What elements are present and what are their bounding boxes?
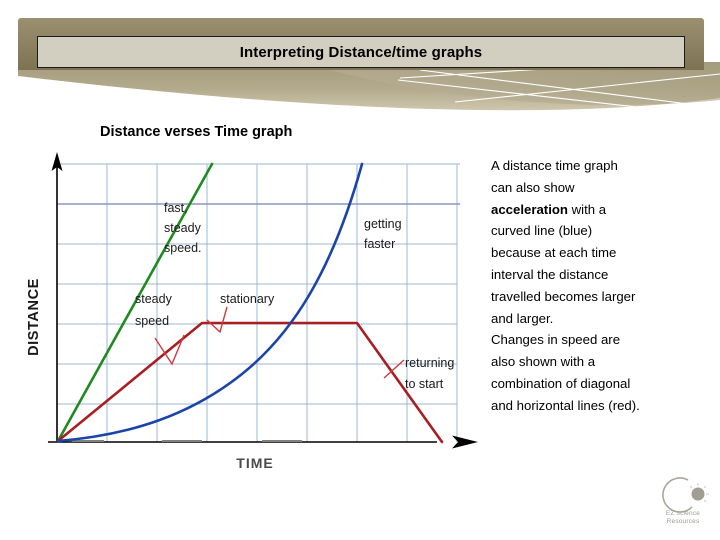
annotation-fast-steady-line1: fast,	[164, 201, 188, 215]
body-line-5: because at each time	[491, 245, 617, 261]
logo-text-line-2: Resources	[666, 518, 700, 525]
body-line-8: and larger.	[491, 310, 554, 326]
annotation-fast-steady-line3: speed.	[164, 241, 202, 255]
annotation-getting-faster-line1: getting	[364, 217, 402, 231]
body-line-6: interval the distance	[491, 266, 609, 282]
y-axis-label: DISTANCE	[26, 278, 42, 356]
annotation-returning-line2: to start	[405, 377, 444, 391]
body-line-2: can also show	[491, 179, 575, 195]
body-line-1: A distance time graph	[491, 158, 618, 173]
annotation-getting-faster-line2: faster	[364, 237, 395, 251]
chart-svg: fast, steady speed. getting faster stead…	[26, 152, 478, 471]
body-line-12: and horizontal lines (red).	[491, 397, 640, 413]
distance-time-chart: fast, steady speed. getting faster stead…	[12, 152, 482, 477]
annotation-steady-speed-line1: steady	[135, 292, 173, 306]
body-line-7: travelled becomes larger	[491, 288, 636, 304]
logo-mark	[662, 477, 709, 513]
header-region: Interpreting Distance/time graphs	[0, 0, 720, 118]
annotation-stationary: stationary	[220, 292, 275, 306]
page-title: Interpreting Distance/time graphs	[37, 36, 685, 68]
x-axis-label: TIME	[236, 455, 273, 471]
logo-dot	[691, 487, 705, 501]
annotation-returning-line1: returning	[405, 356, 454, 370]
annotation-fast-steady-line2: steady	[164, 221, 202, 235]
brand-logo: EZ science Resources	[648, 474, 718, 536]
body-emphasis-acceleration: acceleration	[491, 201, 568, 217]
logo-text-line-1: EZ science	[665, 510, 701, 517]
body-line-10: also shown with a	[491, 354, 596, 370]
annotation-steady-speed-line2: speed	[135, 314, 169, 328]
body-line-3-rest: with a	[567, 201, 607, 217]
body-text-block: A distance time graph can also show acce…	[491, 155, 709, 417]
body-line-11: combination of diagonal	[491, 375, 631, 391]
subtitle: Distance verses Time graph	[100, 124, 293, 140]
body-line-4: curved line (blue)	[491, 223, 593, 239]
logo-arc	[662, 477, 693, 513]
body-line-9: Changes in speed are	[491, 332, 621, 348]
body-line-3: acceleration with a	[491, 199, 709, 221]
page-title-text: Interpreting Distance/time graphs	[239, 43, 483, 61]
logo-text: EZ science Resources	[648, 510, 718, 526]
